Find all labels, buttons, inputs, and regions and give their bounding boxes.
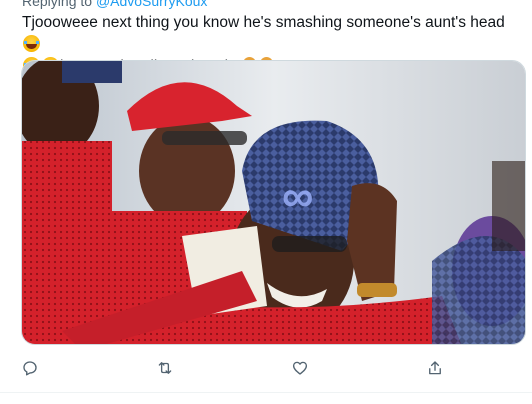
replying-to-line: Replying to @AdvoSurryKoux (22, 0, 207, 9)
share-icon (429, 361, 441, 375)
reply-handle-link[interactable]: @AdvoSurryKoux (96, 0, 207, 9)
tweet-text-line1: Tjoooweee next thing you know he's smash… (22, 14, 505, 31)
tweet-actions (0, 355, 532, 381)
tweet: Replying to @AdvoSurryKoux Tjoooweee nex… (0, 0, 532, 404)
reply-button[interactable] (17, 355, 43, 381)
tweet-photo[interactable]: ∞ (21, 60, 526, 345)
tweet-divider (0, 392, 532, 393)
photo-illustration: ∞ (22, 61, 525, 344)
replying-to-label: Replying to (22, 0, 96, 9)
like-button[interactable] (287, 355, 313, 381)
reply-icon (23, 361, 37, 376)
face-with-tears-of-joy-icon (23, 35, 40, 52)
retweet-button[interactable] (152, 355, 178, 381)
heart-icon (292, 361, 308, 375)
svg-text:∞: ∞ (282, 172, 313, 221)
share-button[interactable] (422, 355, 448, 381)
retweet-icon (158, 362, 172, 374)
